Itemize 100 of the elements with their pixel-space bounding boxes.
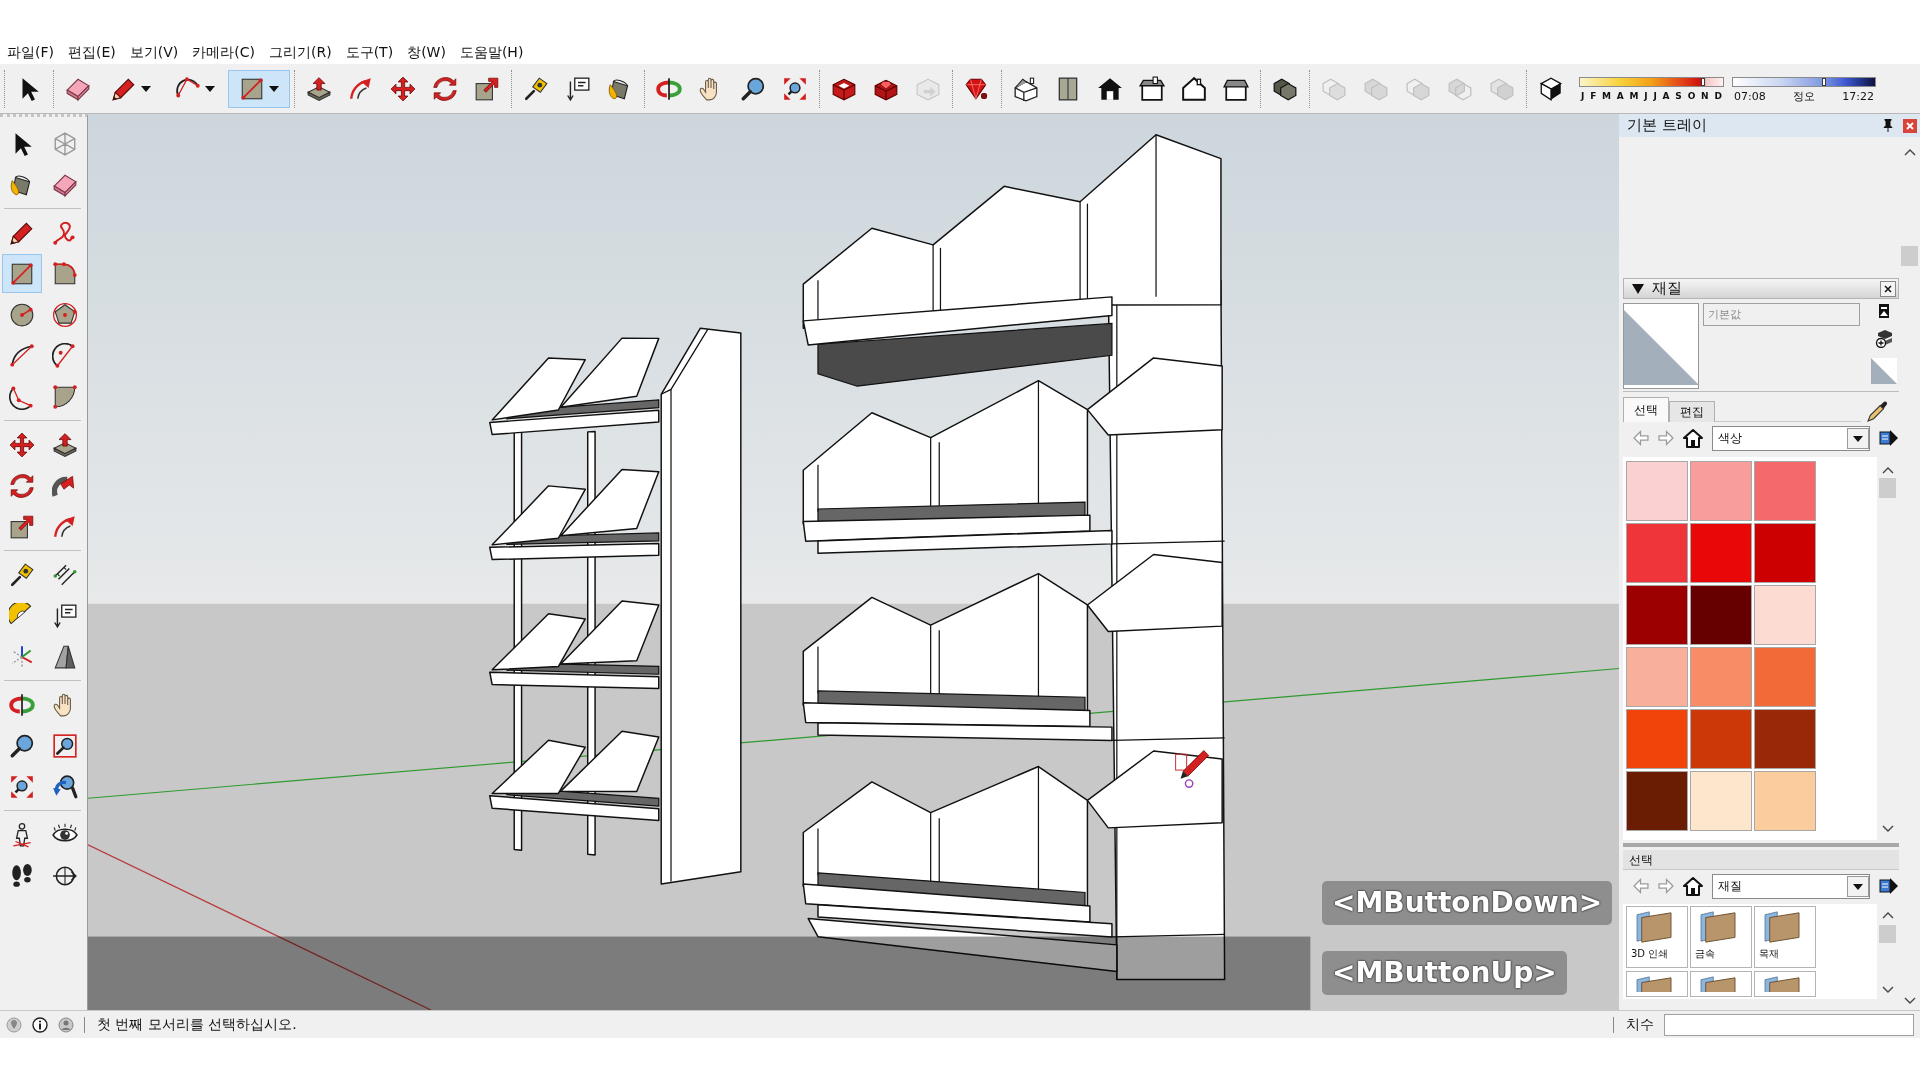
slab-arrow-icon: [306, 75, 332, 102]
arc-icon: [9, 342, 35, 369]
menu-item[interactable]: 창(W): [400, 41, 453, 63]
month-label: F: [1590, 90, 1597, 103]
pin-icon[interactable]: [1883, 119, 1893, 132]
slider-thumb[interactable]: [1821, 78, 1826, 86]
tab[interactable]: 선택: [1623, 397, 1669, 422]
menu-item[interactable]: 파일(F): [0, 41, 61, 63]
user-icon[interactable]: [58, 1016, 74, 1033]
color-swatch[interactable]: [1754, 771, 1816, 831]
time-label: 07:08: [1734, 90, 1766, 103]
color-swatch[interactable]: [1754, 461, 1816, 521]
color-swatch[interactable]: [1690, 523, 1752, 583]
tape-measure-icon: [523, 75, 549, 102]
color-swatch[interactable]: [1626, 461, 1688, 521]
folder-tile[interactable]: 금속: [1690, 906, 1752, 968]
square-arrow-icon: [474, 75, 500, 102]
menu-item[interactable]: 그리기(R): [262, 41, 339, 63]
square-arrow-icon: [9, 513, 35, 540]
info-icon[interactable]: [32, 1016, 48, 1033]
slider-thumb[interactable]: [1700, 78, 1705, 86]
color-swatch[interactable]: [1690, 647, 1752, 707]
date-slider[interactable]: [1579, 77, 1724, 87]
folder-tile[interactable]: 3D 인쇄: [1626, 906, 1688, 968]
menu-item[interactable]: 도움말(H): [452, 41, 531, 63]
curved-arrow-icon: [52, 513, 78, 540]
scrollbar-thumb[interactable]: [1879, 478, 1896, 498]
rectangle-tool-button[interactable]: [228, 69, 290, 108]
magnifier-arrows-icon: [782, 75, 808, 102]
measurements-field[interactable]: [1664, 1013, 1914, 1036]
tape-measure-icon: [9, 561, 35, 588]
folder-tile[interactable]: [1626, 971, 1688, 997]
library-dropdown[interactable]: 색상: [1712, 425, 1870, 451]
magnifier-frame-icon: [52, 732, 78, 759]
color-swatch[interactable]: [1626, 709, 1688, 769]
menu-item[interactable]: 보기(V): [122, 41, 186, 63]
caret-icon: [205, 85, 215, 92]
color-swatch[interactable]: [1626, 647, 1688, 707]
rectangle-tool-button[interactable]: [2, 254, 42, 293]
back-arrow-icon[interactable]: [1633, 878, 1649, 894]
close-icon[interactable]: [1880, 280, 1896, 297]
back-arrow-icon[interactable]: [1633, 430, 1649, 446]
collapse-triangle-icon[interactable]: [1632, 283, 1644, 294]
month-label: M: [1629, 90, 1639, 103]
home-icon[interactable]: [1683, 876, 1703, 896]
color-swatch[interactable]: [1754, 647, 1816, 707]
chevron-up-icon[interactable]: [1881, 467, 1894, 474]
chevron-down-icon[interactable]: [1903, 997, 1916, 1004]
time-label: 17:22: [1842, 90, 1874, 103]
location-pin-icon[interactable]: [6, 1016, 22, 1033]
folder-icon: [1635, 975, 1673, 992]
color-swatch[interactable]: [1626, 585, 1688, 645]
color-swatch[interactable]: [1690, 461, 1752, 521]
color-swatch[interactable]: [1690, 709, 1752, 769]
folder-tile[interactable]: 목재: [1754, 906, 1816, 968]
time-slider[interactable]: [1732, 77, 1876, 87]
scrollbar-thumb[interactable]: [1901, 246, 1918, 266]
keystroke-overlay: <MButtonUp>: [1322, 951, 1567, 995]
color-swatch[interactable]: [1754, 709, 1816, 769]
folder-tile[interactable]: [1754, 971, 1816, 997]
folder-label: 3D 인쇄: [1631, 948, 1669, 960]
details-arrow-icon[interactable]: [1879, 428, 1899, 448]
footprints-icon: [9, 862, 35, 889]
eyedropper-icon[interactable]: [1867, 400, 1889, 422]
color-swatch[interactable]: [1754, 585, 1816, 645]
month-label: M: [1602, 90, 1612, 103]
house-icon: [1139, 75, 1165, 102]
color-swatch[interactable]: [1626, 523, 1688, 583]
month-label: A: [1662, 90, 1670, 103]
pane-toggle-icon[interactable]: [1878, 303, 1891, 319]
color-swatch[interactable]: [1690, 585, 1752, 645]
month-label: J: [1581, 90, 1585, 103]
curved-arrow-icon: [348, 75, 374, 102]
scrollbar-thumb[interactable]: [1879, 925, 1896, 943]
forward-arrow-icon[interactable]: [1658, 430, 1674, 446]
tab[interactable]: 편집: [1669, 401, 1715, 422]
month-label: D: [1714, 90, 1722, 103]
color-swatch[interactable]: [1754, 523, 1816, 583]
color-swatch[interactable]: [1626, 771, 1688, 831]
folder-tile[interactable]: [1690, 971, 1752, 997]
label-leader-icon: [565, 75, 591, 102]
menu-item[interactable]: 카메라(C): [185, 41, 262, 63]
color-swatch[interactable]: [1690, 771, 1752, 831]
library-dropdown[interactable]: 재질: [1712, 873, 1870, 899]
menu-item[interactable]: 도구(T): [338, 41, 401, 63]
menu-item[interactable]: 편집(E): [61, 41, 123, 63]
chevron-up-icon[interactable]: [1903, 149, 1916, 156]
slab-arrow-icon: [52, 431, 78, 458]
home-icon[interactable]: [1683, 428, 1703, 448]
chevron-down-icon[interactable]: [1881, 825, 1894, 832]
folder-icon: [1635, 910, 1673, 944]
circular-arrows-icon: [432, 75, 458, 102]
chevron-down-icon[interactable]: [1881, 986, 1894, 993]
pencil-icon: [9, 219, 35, 246]
arc-icon: [9, 383, 35, 410]
panel-title: 재질: [1652, 278, 1683, 300]
details-arrow-icon[interactable]: [1879, 876, 1899, 896]
forward-arrow-icon[interactable]: [1658, 878, 1674, 894]
chevron-up-icon[interactable]: [1881, 912, 1894, 919]
create-material-icon[interactable]: [1875, 329, 1894, 348]
